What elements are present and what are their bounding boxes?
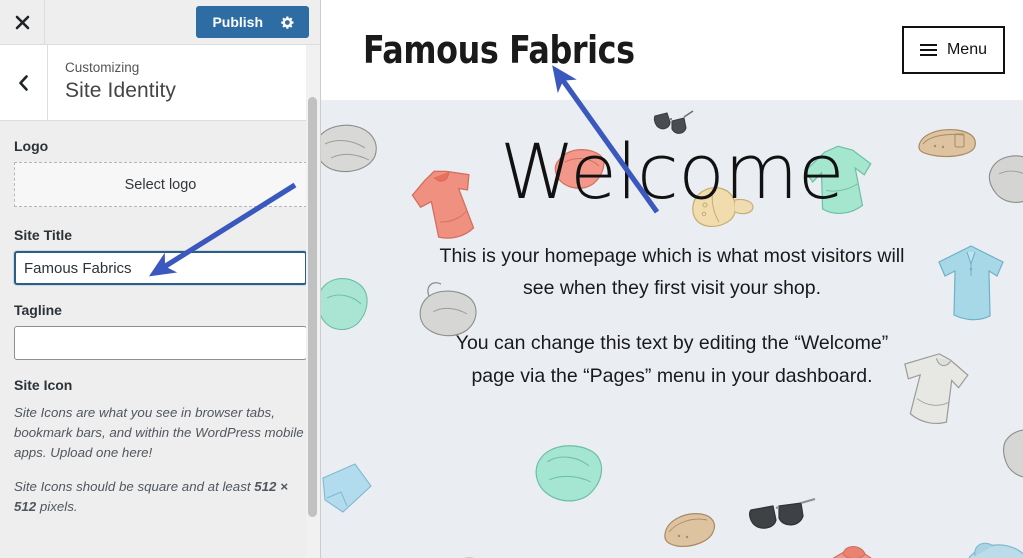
site-icon-label: Site Icon (14, 377, 307, 393)
hero-content: Welcome This is your homepage which is w… (321, 100, 1023, 393)
select-logo-button[interactable]: Select logo (14, 162, 307, 207)
site-title-label: Site Title (14, 227, 307, 243)
gray-garment-far-right-icon (1001, 420, 1023, 484)
site-icon-description-1: Site Icons are what you see in browser t… (14, 403, 307, 464)
hamburger-icon (920, 44, 937, 56)
site-icon-description-2: Site Icons should be square and at least… (14, 477, 307, 517)
site-icon-control: Site Icon Site Icons are what you see in… (14, 377, 307, 517)
menu-button-label: Menu (947, 41, 987, 59)
panel-header: Customizing Site Identity (0, 45, 321, 121)
select-logo-label: Select logo (125, 177, 197, 193)
belt-bottom-icon (657, 504, 723, 552)
site-preview: Famous Fabrics Menu (321, 0, 1023, 558)
publish-button[interactable]: Publish (196, 6, 309, 38)
coral-garment-bottom-left-icon (431, 546, 511, 558)
page-title: Site Identity (65, 77, 176, 105)
preview-site-title: Famous Fabrics (363, 28, 635, 72)
panel-titles: Customizing Site Identity (48, 45, 176, 120)
site-icon-desc2-suffix: pixels. (36, 499, 77, 514)
sidebar-scrollbar-track[interactable] (306, 45, 320, 558)
customizer-sidebar: Publish Customizing Site Identity (0, 0, 321, 558)
site-title-control: Site Title (14, 227, 307, 285)
gear-icon[interactable] (280, 15, 295, 30)
site-title-input[interactable] (14, 251, 307, 285)
controls-list: Logo Select logo Site Title Tagline Site… (0, 121, 321, 557)
hero-section: Welcome This is your homepage which is w… (321, 100, 1023, 558)
breadcrumb: Customizing (65, 59, 176, 77)
logo-label: Logo (14, 138, 307, 154)
hero-paragraph-1: This is your homepage which is what most… (437, 240, 907, 306)
customizer-topbar: Publish (0, 0, 321, 45)
back-button[interactable] (0, 45, 48, 120)
publish-group: Publish (196, 6, 309, 38)
menu-button[interactable]: Menu (902, 26, 1005, 74)
logo-control: Logo Select logo (14, 138, 307, 207)
tagline-control: Tagline (14, 302, 307, 360)
close-customizer-button[interactable] (0, 0, 45, 44)
blue-garment-bottom-icon (955, 532, 1023, 558)
close-icon (14, 14, 31, 31)
coral-hoodie-icon (807, 534, 899, 558)
light-blue-folded-icon (321, 456, 379, 524)
customizer-screen: Publish Customizing Site Identity (0, 0, 1023, 558)
publish-button-label: Publish (212, 14, 263, 30)
hero-heading: Welcome (321, 130, 1023, 214)
tagline-label: Tagline (14, 302, 307, 318)
site-icon-desc2-prefix: Site Icons should be square and at least (14, 479, 254, 494)
preview-site-header: Famous Fabrics Menu (321, 0, 1023, 100)
chevron-left-icon (17, 73, 30, 93)
hero-paragraph-2: You can change this text by editing the … (437, 327, 907, 393)
tagline-input[interactable] (14, 326, 307, 360)
sidebar-scrollbar-thumb[interactable] (308, 97, 317, 517)
mint-shirt-bottom-icon (529, 436, 615, 512)
